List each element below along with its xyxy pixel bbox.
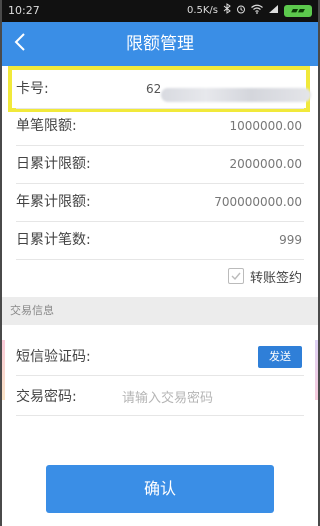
sms-label: 短信验证码: [16, 349, 91, 365]
card-number-row: 卡号: 62 [16, 70, 312, 109]
card-label: 卡号: [16, 81, 49, 97]
nav-bar: 限额管理 [0, 22, 320, 66]
status-icons: 0.5K/s ▰▰ [187, 0, 312, 22]
screen: 10:27 0.5K/s ▰▰ 限额管理 卡号: 62 单笔限额: 100000… [0, 0, 320, 526]
signal-icon [268, 0, 279, 22]
section-title: 交易信息 [10, 304, 54, 317]
transfer-sign-label: 转账签约 [249, 270, 302, 286]
confirm-button[interactable]: 确认 [46, 465, 274, 513]
limit-row: 日累计限额: 2000000.00 [16, 145, 304, 184]
password-label: 交易密码: [16, 389, 77, 405]
limit-label: 单笔限额: [16, 118, 77, 134]
alarm-icon [236, 0, 246, 22]
limit-label: 日累计限额: [16, 156, 91, 172]
checkmark-icon [231, 272, 241, 281]
transfer-sign-checkbox[interactable] [227, 268, 244, 284]
limit-value: 2000000.00 [229, 157, 302, 171]
battery-icon: ▰▰ [284, 5, 312, 17]
sms-row: 短信验证码: 发送 [16, 339, 304, 376]
status-bar: 10:27 0.5K/s ▰▰ [0, 0, 320, 22]
card-number-masked [161, 88, 312, 102]
left-edge-decoration [2, 340, 5, 400]
left-border [0, 0, 2, 526]
password-row: 交易密码: [16, 379, 304, 417]
card-number-prefix: 62 [146, 82, 162, 96]
section-header: 交易信息 [0, 297, 320, 325]
limit-value: 1000000.00 [229, 119, 302, 133]
network-speed: 0.5K/s [186, 5, 218, 16]
status-time: 10:27 [8, 4, 40, 17]
limit-label: 年累计限额: [16, 194, 91, 210]
wifi-icon [251, 0, 263, 22]
password-input[interactable] [120, 379, 304, 417]
limit-row: 年累计限额: 700000000.00 [16, 183, 304, 222]
send-code-button[interactable]: 发送 [258, 346, 302, 368]
limit-value: 700000000.00 [214, 195, 302, 209]
limit-row: 日累计笔数: 999 [16, 221, 304, 260]
bluetooth-icon [223, 0, 231, 22]
transfer-sign-toggle[interactable]: 转账签约 [227, 264, 302, 288]
page-title: 限额管理 [126, 34, 194, 54]
limit-row: 单笔限额: 1000000.00 [16, 107, 304, 146]
limit-label: 日累计笔数: [16, 232, 91, 248]
limit-value: 999 [279, 233, 302, 247]
card-number: 62 [146, 70, 312, 108]
